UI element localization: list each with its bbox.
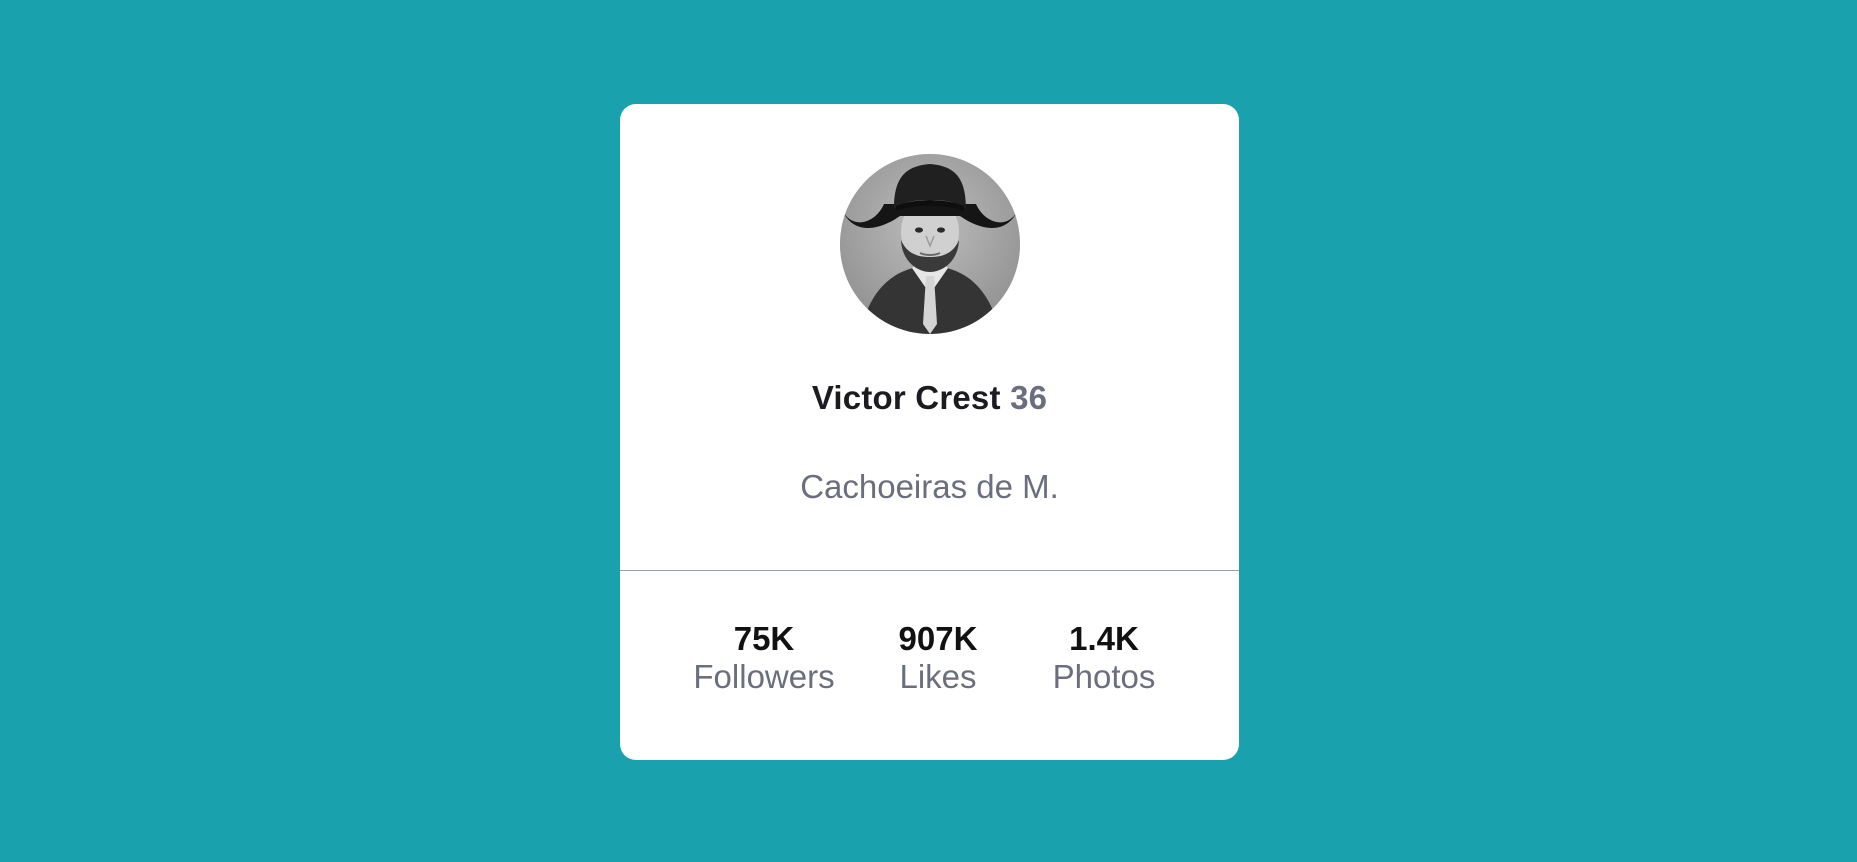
profile-name: Victor Crest: [811, 379, 1001, 416]
stat-label: Photos: [1052, 657, 1156, 695]
stat-label: Followers: [693, 657, 835, 695]
divider: [620, 570, 1239, 571]
stats-row: 75K Followers 907K Likes 1.4K Photos: [620, 619, 1239, 709]
profile-age: 36: [1010, 379, 1048, 416]
profile-card: Victor Crest 36 Cachoeiras de M. 75K Fol…: [620, 104, 1239, 760]
stat-value: 907K: [898, 620, 978, 657]
stat-photos: 1.4K Photos: [1014, 619, 1194, 695]
stat-label: Likes: [899, 657, 977, 695]
avatar-photo-icon: [840, 154, 1020, 334]
stat-likes: 907K Likes: [848, 619, 1028, 695]
stat-value: 75K: [733, 620, 795, 657]
profile-name-line: Victor Crest 36: [620, 379, 1239, 417]
stat-value: 1.4K: [1069, 620, 1139, 657]
avatar: [840, 154, 1020, 334]
profile-location: Cachoeiras de M.: [800, 468, 1059, 505]
stat-followers: 75K Followers: [674, 619, 854, 695]
